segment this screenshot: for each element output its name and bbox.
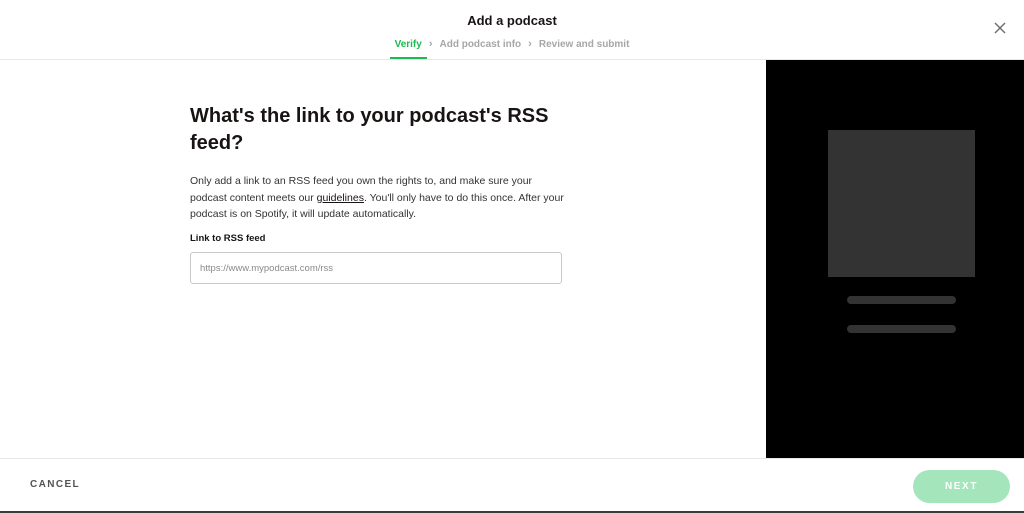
next-button[interactable]: NEXT bbox=[913, 470, 1010, 503]
modal-title: Add a podcast bbox=[467, 13, 557, 28]
modal-footer: CANCEL NEXT bbox=[0, 458, 1024, 513]
cover-art-placeholder bbox=[828, 130, 975, 277]
author-placeholder-line bbox=[847, 325, 956, 333]
rss-feed-input[interactable] bbox=[190, 252, 562, 284]
chevron-right-icon: › bbox=[428, 38, 433, 50]
step-progress: Verify › Add podcast info › Review and s… bbox=[0, 38, 1024, 59]
main-content: What's the link to your podcast's RSS fe… bbox=[0, 60, 766, 458]
rss-field-label: Link to RSS feed bbox=[190, 233, 266, 244]
close-icon bbox=[994, 22, 1006, 34]
chevron-right-icon: › bbox=[528, 38, 532, 50]
description: Only add a link to an RSS feed you own t… bbox=[190, 173, 570, 223]
title-placeholder-line bbox=[847, 296, 956, 304]
page-heading: What's the link to your podcast's RSS fe… bbox=[190, 105, 549, 154]
podcast-preview-panel bbox=[766, 60, 1024, 458]
guidelines-link[interactable]: guidelines bbox=[317, 192, 364, 204]
step-add-podcast-info: Add podcast info bbox=[439, 38, 522, 50]
modal-header: Add a podcast Verify › Add podcast info … bbox=[0, 0, 1024, 60]
step-review-and-submit: Review and submit bbox=[538, 38, 630, 50]
close-button[interactable] bbox=[992, 20, 1008, 36]
step-verify: Verify bbox=[389, 39, 427, 59]
cancel-button[interactable]: CANCEL bbox=[30, 479, 80, 490]
